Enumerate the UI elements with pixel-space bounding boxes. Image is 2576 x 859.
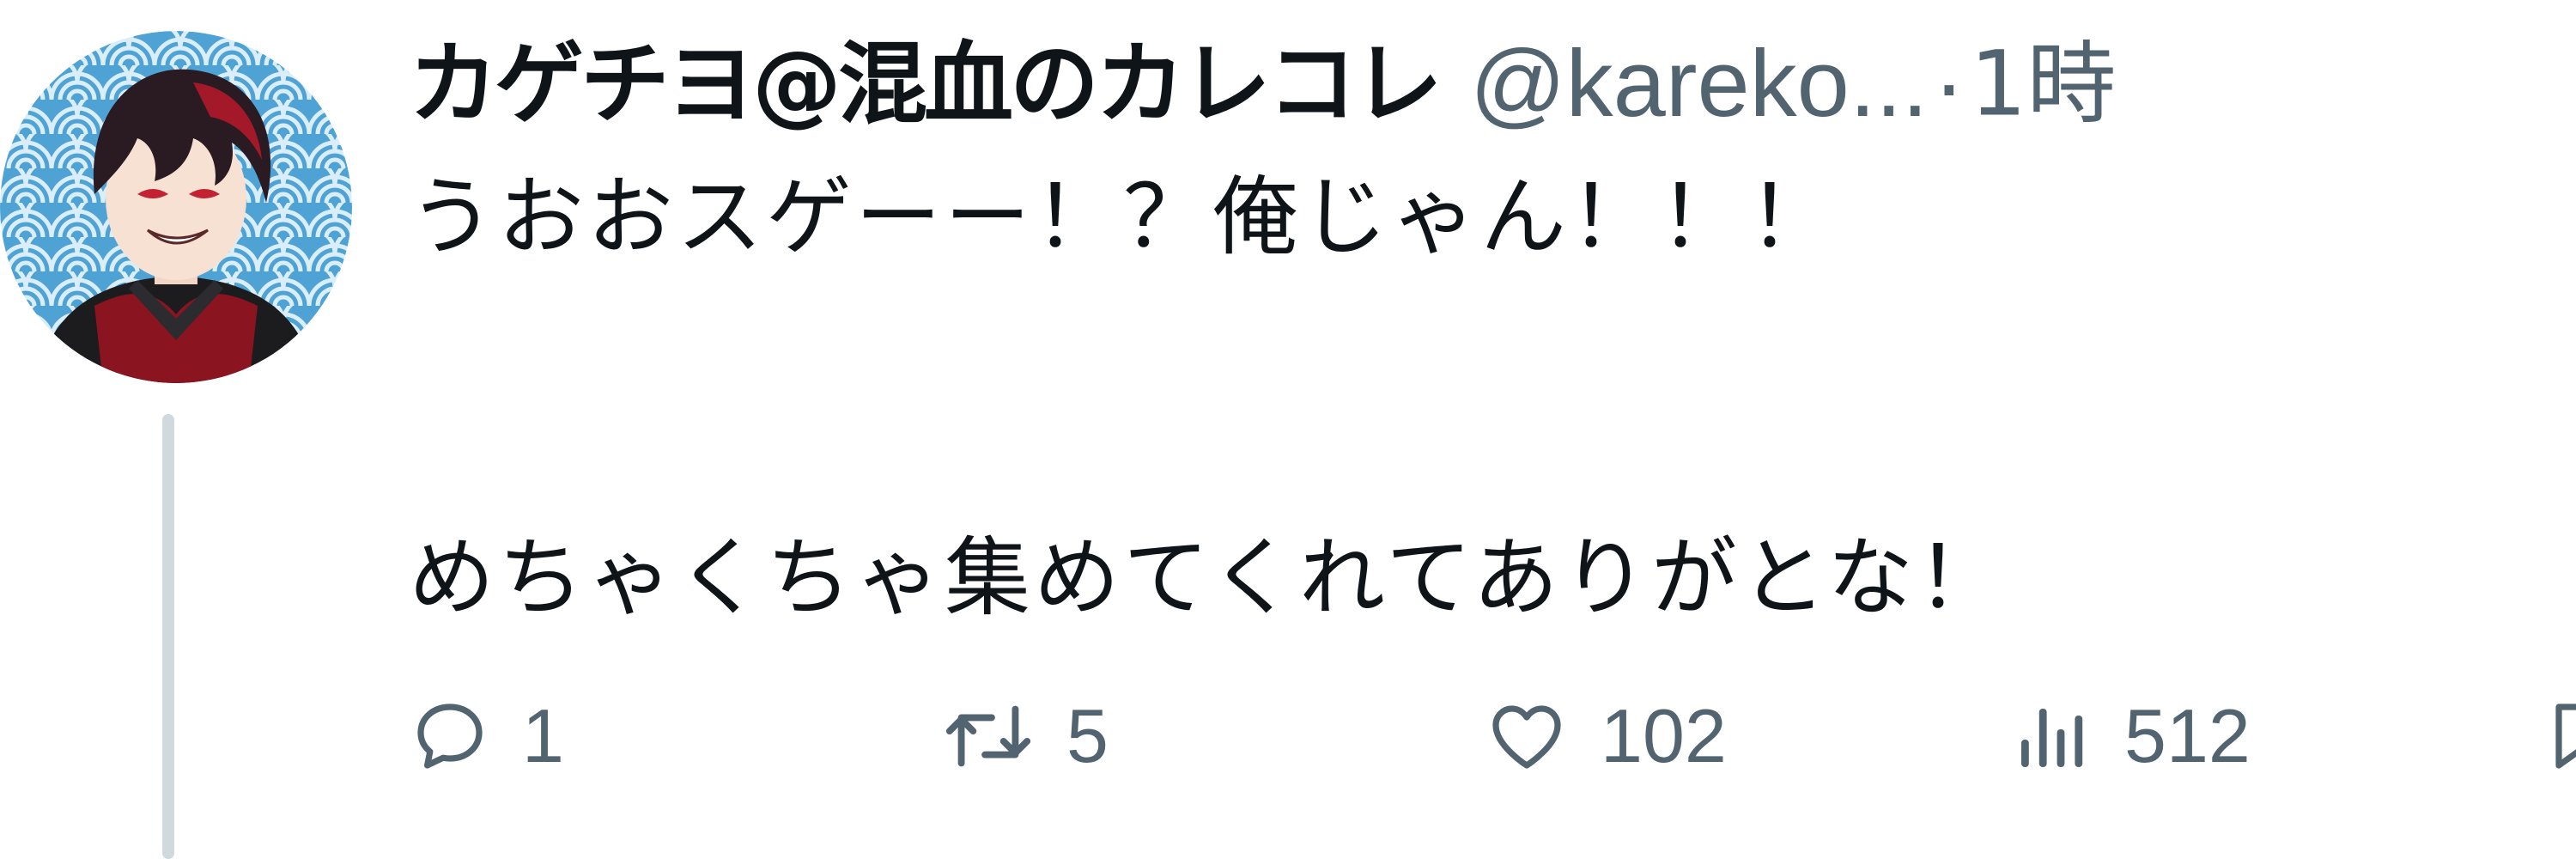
tweet-action-bar: 1 5 102 512 <box>409 672 2576 801</box>
reply-button[interactable]: 1 <box>409 672 564 801</box>
tweet-text-line: めちゃくちゃ集めてくれてありがとな！ <box>409 527 2006 628</box>
retweet-button[interactable]: 5 <box>941 672 1109 801</box>
user-avatar[interactable] <box>0 31 352 383</box>
tweet-card[interactable]: カゲチヨ@混血のカレコレ @kareko...·1時 うおおスゲーー！？俺じゃん！… <box>0 0 2576 859</box>
thread-connector-line <box>162 414 174 859</box>
author-handle[interactable]: @kareko... <box>1470 31 1929 137</box>
separator-dot: · <box>1933 30 1965 137</box>
like-button[interactable]: 102 <box>1484 672 1727 801</box>
retweet-count: 5 <box>1066 693 1109 778</box>
reply-count: 1 <box>522 693 564 778</box>
reply-icon <box>409 695 491 777</box>
heart-icon <box>1484 695 1570 777</box>
tweet-header: カゲチヨ@混血のカレコレ @kareko...·1時 <box>409 19 2576 148</box>
bookmark-button[interactable] <box>2538 672 2576 801</box>
tweet-text-line: うおおスゲーー！？俺じゃん！！！ <box>409 167 1838 267</box>
like-count: 102 <box>1601 693 1727 778</box>
author-display-name[interactable]: カゲチヨ@混血のカレコレ <box>409 32 1443 137</box>
tweet-timestamp[interactable]: 1時 <box>1970 32 2116 137</box>
views-count: 512 <box>2124 693 2251 778</box>
retweet-icon <box>941 695 1036 777</box>
views-button[interactable]: 512 <box>2011 672 2251 801</box>
bookmark-icon <box>2538 695 2576 777</box>
views-icon <box>2011 695 2093 777</box>
avatar-image <box>0 31 352 383</box>
